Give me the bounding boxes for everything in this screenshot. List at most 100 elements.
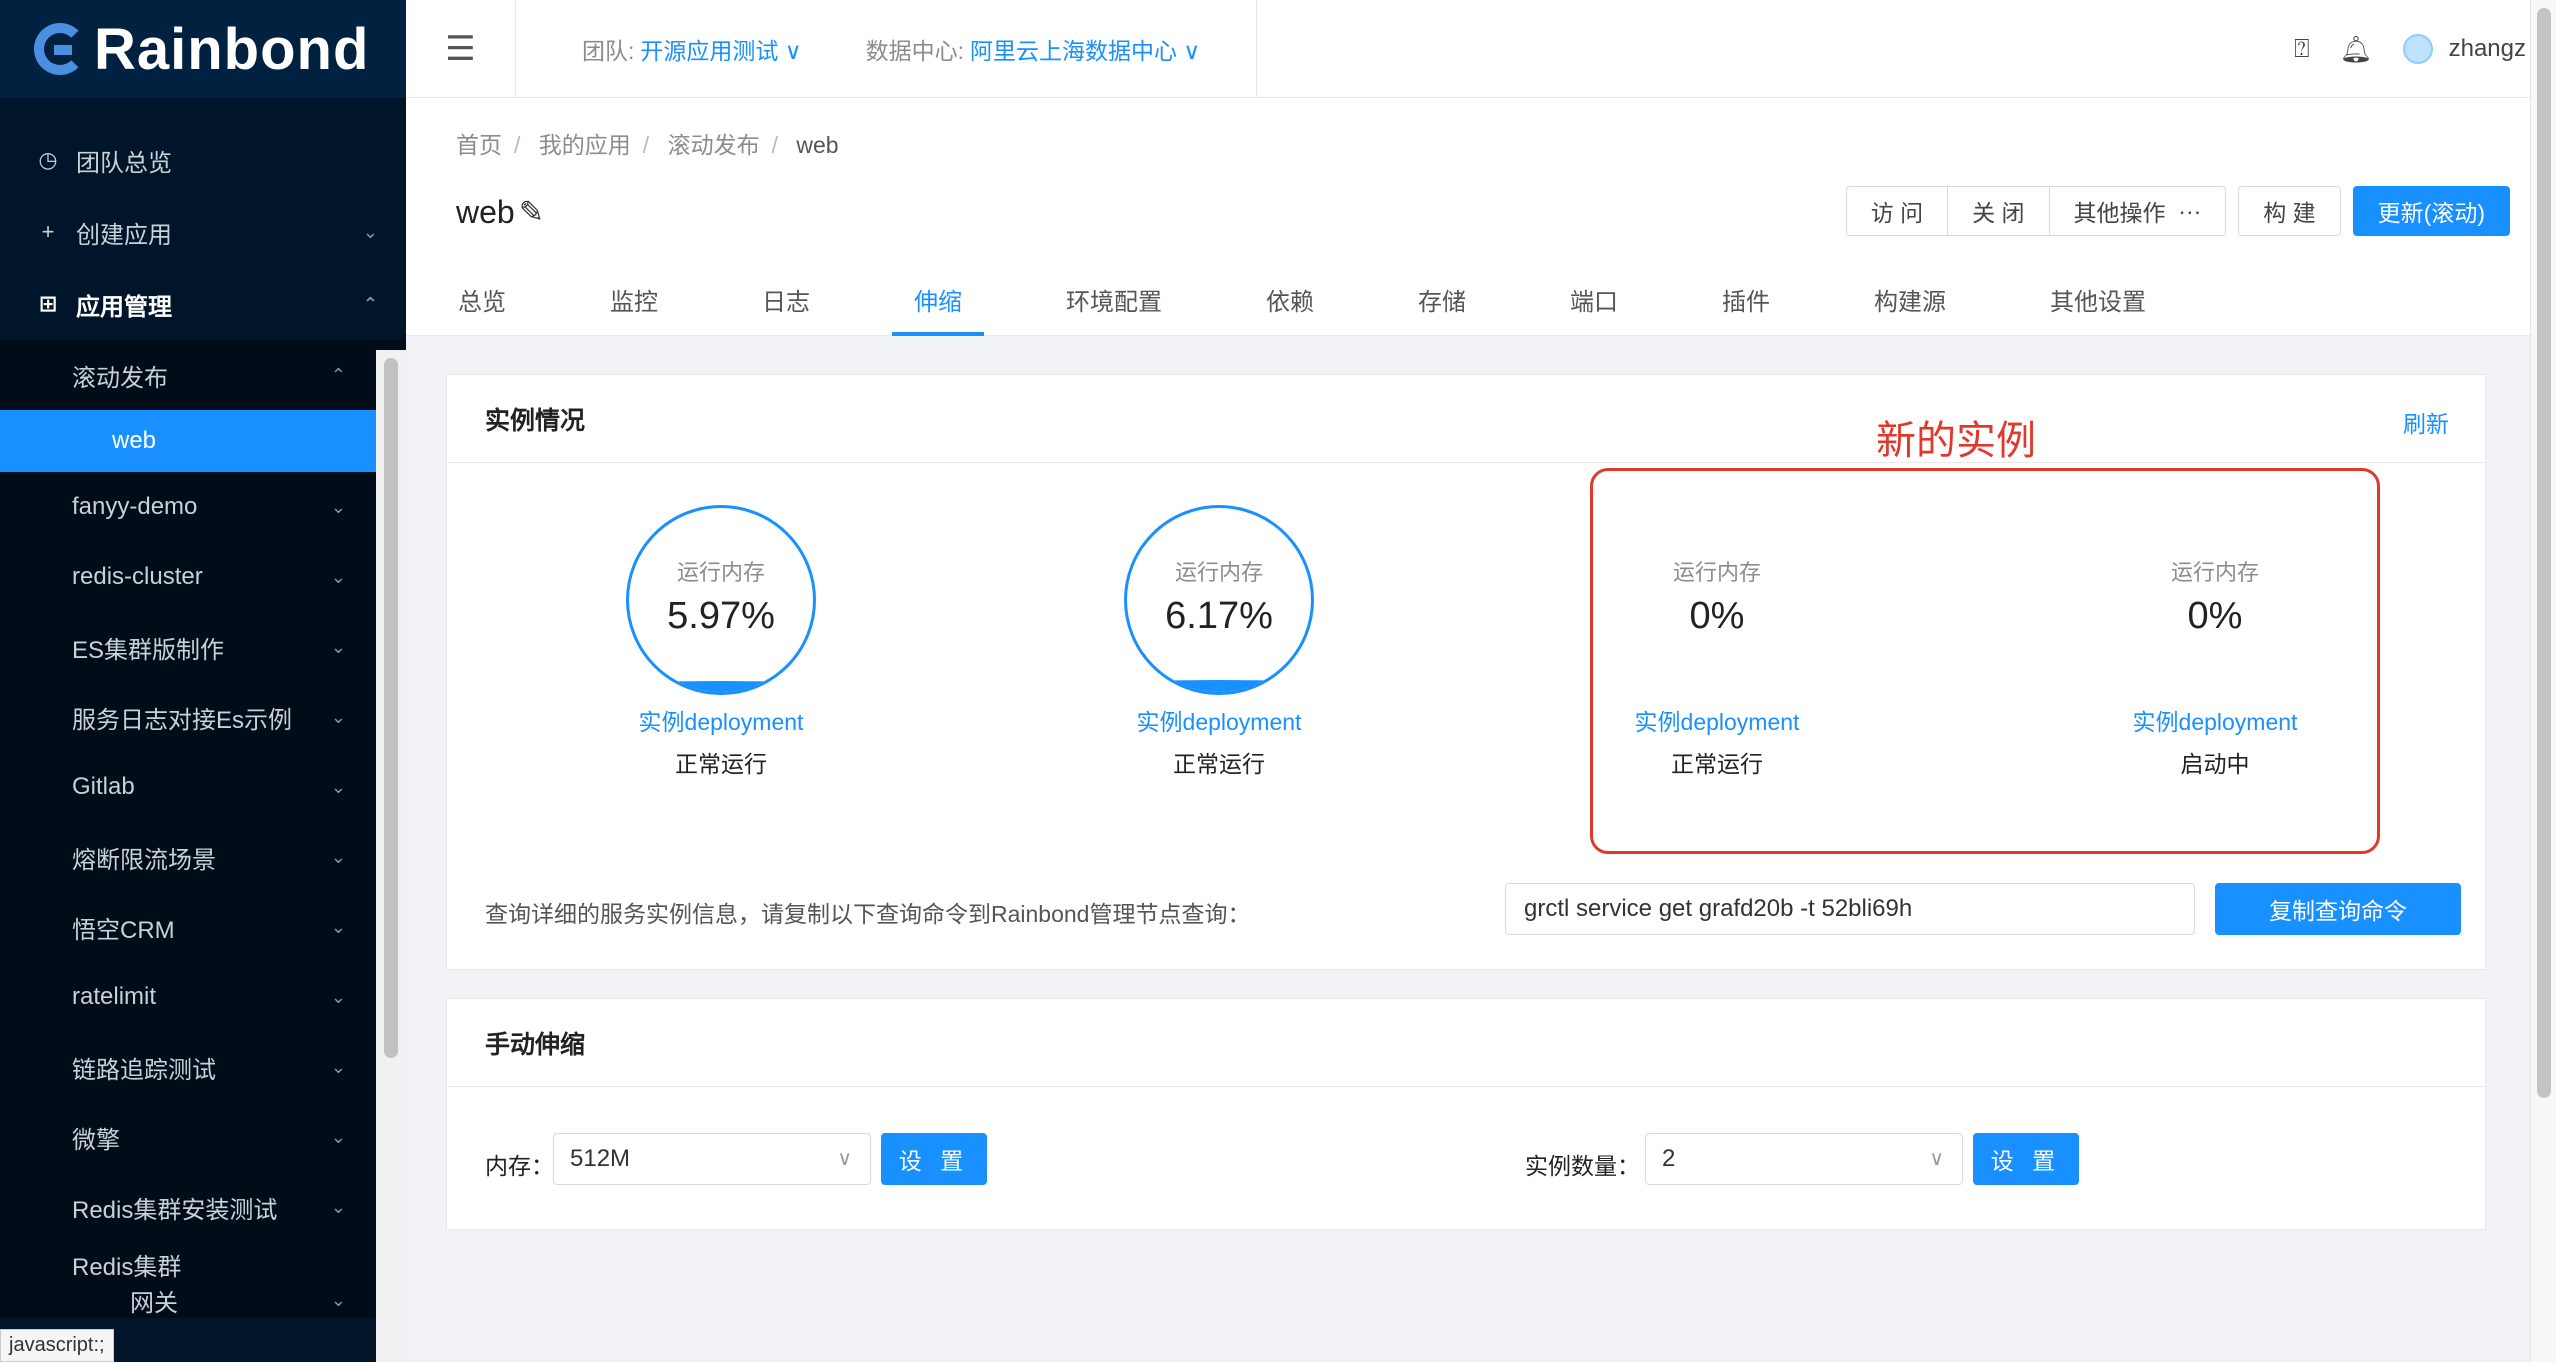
avatar[interactable] xyxy=(2402,34,2433,64)
chevron-up-icon: ⌃ xyxy=(362,293,378,314)
page-scrollbar[interactable] xyxy=(2530,0,2556,1362)
group-label: 熔断限流场景 xyxy=(72,846,216,874)
tab-plugins[interactable]: 插件 xyxy=(1700,274,1792,336)
memory-fill xyxy=(1127,680,1311,692)
build-button[interactable]: 构 建 xyxy=(2238,186,2341,236)
breadcrumb-rolling-release[interactable]: 滚动发布 xyxy=(668,132,760,158)
tab-other-settings[interactable]: 其他设置 xyxy=(2028,274,2168,336)
scrollbar-thumb[interactable] xyxy=(2537,8,2551,1098)
instance-link[interactable]: 实例deployment xyxy=(1089,703,1349,737)
query-command-input[interactable] xyxy=(1505,883,2195,935)
sidebar-group[interactable]: ratelimit ⌄ xyxy=(0,962,376,1032)
sidebar-group[interactable]: 链路追踪测试 ⌄ xyxy=(0,1032,376,1102)
group-label: 滚动发布 xyxy=(72,364,168,392)
appstore-icon: ⊞ xyxy=(38,291,58,316)
rolling-update-button[interactable]: 更新(滚动) xyxy=(2352,186,2510,236)
annotation-label: 新的实例 xyxy=(1876,418,2036,463)
top-header: ☰ 团队: 开源应用测试 ∨ 数据中心: 阿里云上海数据中心 ∨ ⍰ 🔔︎ zh… xyxy=(406,0,2530,98)
memory-value: 5.97% xyxy=(667,594,775,637)
sidebar-scrollbar[interactable] xyxy=(376,350,406,1362)
group-label: Redis集群安装测试 xyxy=(72,1196,278,1224)
sidebar-group[interactable]: 服务日志对接Es示例 ⌄ xyxy=(0,682,376,752)
tab-storage[interactable]: 存储 xyxy=(1396,274,1488,336)
close-button[interactable]: 关 闭 xyxy=(1948,186,2050,236)
more-actions-button[interactable]: 其他操作 ··· xyxy=(2049,186,2227,236)
tab-env-config[interactable]: 环境配置 xyxy=(1044,274,1184,336)
logo[interactable]: Rainbond xyxy=(0,0,406,98)
sidebar-group[interactable]: 微擎 ⌄ xyxy=(0,1102,376,1172)
tab-overview[interactable]: 总览 xyxy=(436,274,528,336)
breadcrumb-current: web xyxy=(796,132,839,158)
card-title: 手动伸缩 xyxy=(447,999,2485,1087)
tab-dependencies[interactable]: 依赖 xyxy=(1244,274,1336,336)
scrollbar-thumb[interactable] xyxy=(384,358,398,1058)
memory-select[interactable]: 512M ∨ xyxy=(553,1133,871,1185)
chevron-down-icon: ⌄ xyxy=(330,496,346,517)
menu-fold-icon[interactable]: ☰ xyxy=(406,0,516,98)
sidebar-group[interactable]: Redis集群 xyxy=(0,1242,376,1282)
team-value: 开源应用测试 xyxy=(640,37,779,64)
chevron-down-icon: ⌄ xyxy=(330,566,346,587)
tab-logs[interactable]: 日志 xyxy=(740,274,832,336)
scaling-controls: 内存： 512M ∨ 设 置 实例数量： 2 ∨ 设 置 xyxy=(485,1133,2445,1187)
group-label: 悟空CRM xyxy=(72,916,175,944)
breadcrumb-my-apps[interactable]: 我的应用 xyxy=(539,132,631,158)
team-selector[interactable]: 开源应用测试 ∨ xyxy=(640,32,801,66)
copy-command-button[interactable]: 复制查询命令 xyxy=(2215,883,2461,935)
tab-bar: 总览 监控 日志 伸缩 环境配置 依赖 存储 端口 插件 构建源 其他设置 xyxy=(436,274,2228,336)
sidebar-item-team-overview[interactable]: ◷ 团队总览 xyxy=(0,124,406,196)
action-bar: 访 问 关 闭 其他操作 ··· 构 建 更新(滚动) xyxy=(1845,186,2510,236)
page-title: web ✎ xyxy=(456,194,544,231)
datacenter-selector[interactable]: 阿里云上海数据中心 ∨ xyxy=(970,32,1200,66)
group-label: 服务日志对接Es示例 xyxy=(72,706,293,734)
sidebar-item-app-management[interactable]: ⊞ 应用管理 ⌃ xyxy=(0,268,406,340)
tab-monitor[interactable]: 监控 xyxy=(588,274,680,336)
instance-count-select[interactable]: 2 ∨ xyxy=(1645,1133,1963,1185)
sidebar-item-label: 应用管理 xyxy=(76,293,172,321)
memory-label: 运行内存 xyxy=(676,559,765,585)
action-button-group: 访 问 关 闭 其他操作 ··· xyxy=(1845,186,2227,236)
tab-scaling[interactable]: 伸缩 xyxy=(892,274,984,336)
sidebar-group[interactable]: Redis集群安装测试 ⌄ xyxy=(0,1172,376,1242)
sidebar-group[interactable]: Gitlab ⌄ xyxy=(0,752,376,822)
breadcrumb: 首页 / 我的应用 / 滚动发布 / web xyxy=(456,132,839,158)
set-instance-count-button[interactable]: 设 置 xyxy=(1973,1133,2079,1185)
sidebar-group[interactable]: fanyy-demo ⌄ xyxy=(0,472,376,542)
header-divider xyxy=(1256,0,1258,98)
set-memory-button[interactable]: 设 置 xyxy=(881,1133,987,1185)
instance-count-label: 实例数量： xyxy=(1525,1153,1640,1179)
sidebar-group[interactable]: 网关 ⌄ xyxy=(0,1282,376,1318)
visit-button[interactable]: 访 问 xyxy=(1845,186,1949,236)
sidebar-item-create-app[interactable]: + 创建应用 ⌄ xyxy=(0,196,406,268)
memory-fill xyxy=(629,681,813,692)
team-label: 团队: xyxy=(582,37,635,64)
group-label: ratelimit xyxy=(72,983,157,1010)
tab-build-source[interactable]: 构建源 xyxy=(1852,274,1968,336)
chevron-down-icon: ⌄ xyxy=(330,1126,346,1147)
group-label: ES集群版制作 xyxy=(72,636,225,664)
chevron-down-icon: ⌄ xyxy=(330,1196,346,1217)
username[interactable]: zhangz xyxy=(2449,35,2526,63)
memory-select-value: 512M xyxy=(570,1145,631,1172)
sidebar-group[interactable]: 熔断限流场景 ⌄ xyxy=(0,822,376,892)
instance-status: 正常运行 xyxy=(1173,751,1265,777)
chevron-down-icon: ⌄ xyxy=(362,221,378,242)
chevron-down-icon: ∨ xyxy=(784,37,802,64)
breadcrumb-home[interactable]: 首页 xyxy=(456,132,502,158)
bell-icon[interactable]: 🔔︎ xyxy=(2340,34,2373,65)
memory-label: 运行内存 xyxy=(1174,559,1263,585)
tab-ports[interactable]: 端口 xyxy=(1548,274,1640,336)
instances-title: 实例情况 xyxy=(485,406,586,435)
sidebar-group[interactable]: 悟空CRM ⌄ xyxy=(0,892,376,962)
edit-icon[interactable]: ✎ xyxy=(519,195,544,230)
help-icon[interactable]: ⍰ xyxy=(2294,33,2310,65)
group-label: fanyy-demo xyxy=(72,493,198,520)
annotation-box xyxy=(1590,468,2380,854)
chevron-down-icon: ∨ xyxy=(1183,37,1201,64)
sidebar-item-web[interactable]: web xyxy=(0,410,376,472)
sidebar-group[interactable]: ES集群版制作 ⌄ xyxy=(0,612,376,682)
sidebar-group[interactable]: redis-cluster ⌄ xyxy=(0,542,376,612)
instance-link[interactable]: 实例deployment xyxy=(591,703,851,737)
sidebar-group-rolling-release[interactable]: 滚动发布 ⌃ xyxy=(0,340,376,410)
refresh-link[interactable]: 刷新 xyxy=(2403,405,2449,439)
